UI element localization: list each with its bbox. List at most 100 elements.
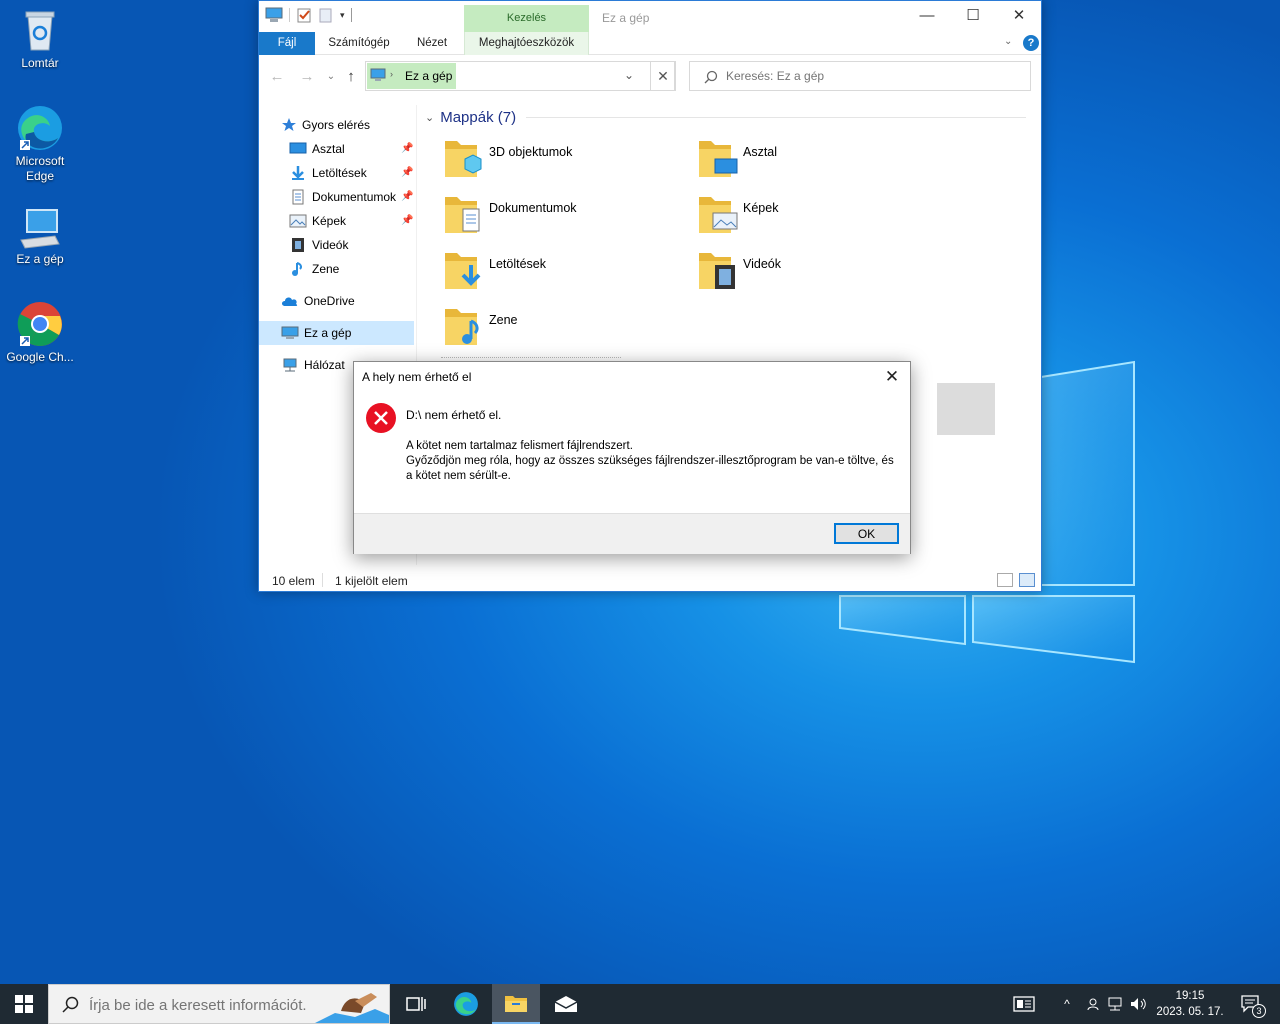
this-pc-icon: [281, 326, 299, 339]
ok-button[interactable]: OK: [834, 523, 899, 544]
folder-icon: [699, 141, 738, 177]
show-hidden-icons-chevron-icon[interactable]: ^: [1056, 984, 1078, 1024]
search-box[interactable]: [689, 61, 1031, 91]
section-header-folders[interactable]: ⌄ Mappák (7): [425, 109, 1027, 126]
breadcrumb[interactable]: › Ez a gép: [367, 63, 456, 89]
folder-documents[interactable]: Dokumentumok: [443, 193, 683, 245]
task-view-button[interactable]: [394, 984, 438, 1024]
tab-file[interactable]: Fájl: [259, 32, 315, 55]
recent-locations-chevron-icon[interactable]: ⌄: [321, 67, 341, 87]
edge-icon: [18, 106, 62, 150]
desktop-icon-edge[interactable]: Microsoft Edge: [4, 104, 76, 184]
error-dialog: A hely nem érhető el ✕ D:\ nem érhető el…: [353, 361, 911, 554]
sidebar-item-label: Letöltések: [312, 166, 367, 180]
desktop-icon-label: Microsoft Edge: [15, 154, 65, 183]
dialog-close-button[interactable]: ✕: [878, 364, 906, 390]
sidebar-item-quick-access[interactable]: Gyors elérés: [281, 113, 370, 137]
speaker-icon: [1131, 998, 1146, 1010]
sidebar-item-network[interactable]: Hálózat: [281, 353, 345, 377]
taskbar-mail-button[interactable]: [542, 984, 590, 1024]
windows-logo-icon: [15, 995, 33, 1013]
taskbar-file-explorer-button[interactable]: [492, 984, 540, 1024]
sidebar-item-videos[interactable]: Videók: [289, 233, 416, 257]
address-dropdown-chevron-icon[interactable]: ⌄: [624, 68, 634, 82]
customize-qat-chevron-icon[interactable]: ▾: [340, 10, 345, 21]
tray-volume-icon[interactable]: [1128, 984, 1150, 1024]
taskbar-edge-button[interactable]: [442, 984, 490, 1024]
folder-icon: [699, 253, 735, 289]
up-arrow-icon[interactable]: ↑: [341, 67, 361, 87]
dialog-title: A hely nem érhető el: [362, 370, 472, 384]
sidebar-item-label: Hálózat: [304, 358, 345, 372]
back-arrow-icon[interactable]: ←: [267, 67, 287, 87]
desktop-icon-recycle-bin[interactable]: Lomtár: [4, 6, 76, 71]
clock-time: 19:15: [1175, 990, 1205, 1002]
drive-tile-partial: [937, 383, 995, 435]
desktop-icon-chrome[interactable]: Google Ch...: [4, 300, 76, 365]
properties-icon[interactable]: [296, 7, 312, 23]
tray-network-icon[interactable]: [1104, 984, 1126, 1024]
sidebar-item-label: Gyors elérés: [302, 118, 371, 132]
details-view-icon[interactable]: [997, 573, 1013, 587]
sidebar-item-music[interactable]: Zene: [289, 257, 416, 281]
tab-view[interactable]: Nézet: [409, 32, 455, 55]
sidebar-item-pictures[interactable]: Képek: [289, 209, 416, 233]
context-tab-group: Kezelés: [464, 5, 589, 32]
search-highlight-illustration-icon: [315, 993, 389, 1023]
sidebar-item-label: Ez a gép: [304, 326, 352, 340]
sidebar-item-this-pc[interactable]: Ez a gép: [259, 321, 414, 345]
devices-section-header-partial: [441, 357, 621, 360]
folder-music[interactable]: Zene: [443, 305, 683, 357]
folder-label: Zene: [489, 313, 518, 327]
folder-downloads[interactable]: Letöltések: [443, 249, 683, 301]
new-folder-icon[interactable]: [318, 7, 334, 23]
breadcrumb-item: Ez a gép: [405, 69, 453, 83]
large-icons-view-icon[interactable]: [1019, 573, 1035, 587]
section-title: Mappák (7): [440, 109, 517, 126]
people-icon: [1087, 998, 1099, 1011]
this-pc-icon: [370, 68, 386, 81]
tab-computer[interactable]: Számítógép: [321, 32, 397, 55]
quick-access-toolbar: ▾: [265, 7, 352, 23]
window-title: Ez a gép: [602, 11, 650, 25]
dialog-footer: OK: [354, 513, 910, 554]
taskbar-clock[interactable]: 19:15 2023. 05. 17.: [1150, 988, 1230, 1020]
folder-pictures[interactable]: Képek: [697, 193, 937, 245]
desktop-icon-label: Google Ch...: [6, 350, 74, 364]
folder-3d-objects[interactable]: 3D objektumok: [443, 137, 683, 189]
cloud-icon: [282, 297, 298, 306]
desktop-folder-icon: [289, 142, 307, 154]
sidebar-item-documents[interactable]: Dokumentumok: [289, 185, 416, 209]
clear-address-button[interactable]: ✕: [650, 61, 676, 91]
navigation-bar: ← → ⌄ ↑ › Ez a gép ⌄ ✕: [259, 55, 1041, 99]
maximize-button[interactable]: ☐: [950, 1, 996, 31]
sidebar-item-onedrive[interactable]: OneDrive: [281, 289, 355, 313]
tab-drive-tools[interactable]: Meghajtóeszközök: [464, 32, 589, 55]
help-icon[interactable]: ?: [1023, 35, 1039, 51]
sidebar-item-desktop[interactable]: Asztal: [289, 137, 416, 161]
close-button[interactable]: ✕: [996, 1, 1042, 31]
folder-videos[interactable]: Videók: [697, 249, 937, 301]
expand-ribbon-chevron-icon[interactable]: ⌄: [1004, 36, 1012, 47]
tray-meet-icon[interactable]: [1082, 984, 1104, 1024]
taskbar: ^ 19:15 2023. 05. 17. 3: [0, 984, 1280, 1024]
edge-icon: [454, 992, 478, 1016]
forward-arrow-icon[interactable]: →: [297, 67, 317, 87]
taskbar-search[interactable]: [48, 984, 390, 1024]
news-widget-button[interactable]: [1006, 984, 1042, 1024]
start-button[interactable]: [0, 984, 48, 1024]
action-center-button[interactable]: 3: [1234, 984, 1268, 1024]
status-bar: 10 elem 1 kijelölt elem: [259, 569, 1041, 591]
taskbar-search-input[interactable]: [89, 995, 329, 1015]
download-arrow-icon: [292, 166, 304, 180]
sidebar-item-downloads[interactable]: Letöltések: [289, 161, 416, 185]
desktop-icon-this-pc[interactable]: Ez a gép: [4, 206, 76, 267]
dialog-detail: A kötet nem tartalmaz felismert fájlrend…: [406, 440, 894, 482]
folder-desktop[interactable]: Asztal: [697, 137, 937, 189]
recycle-bin-icon: [25, 11, 55, 51]
search-icon: [62, 996, 79, 1013]
search-input[interactable]: [726, 67, 1016, 85]
address-bar[interactable]: › Ez a gép ⌄: [365, 61, 675, 91]
minimize-button[interactable]: —: [904, 1, 950, 31]
dialog-message: D:\ nem érhető el.: [406, 408, 502, 422]
